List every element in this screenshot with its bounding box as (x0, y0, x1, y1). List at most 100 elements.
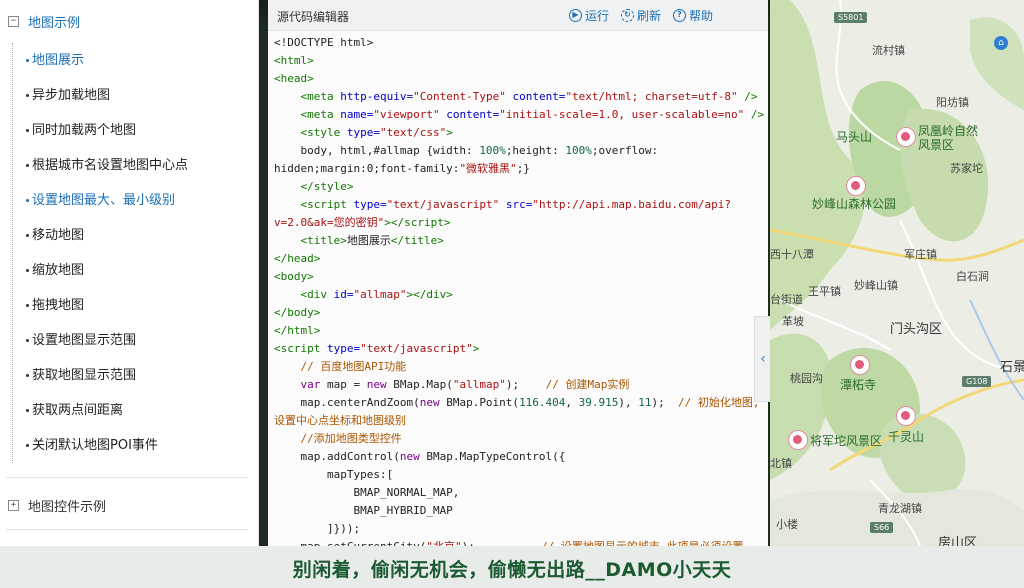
sidebar: − 地图示例 地图展示 异步加载地图 同时加载两个地图 根据城市名设置地图中心点 设置地… (0, 0, 259, 546)
code-line: 设置中心点坐标和地图级别 (274, 414, 406, 427)
code-line: <head> (274, 72, 314, 85)
group-map-control-examples[interactable]: + 地图控件示例 (0, 496, 106, 515)
location-pin-icon[interactable]: ⌂ (994, 36, 1008, 50)
sidebar-item[interactable]: 拖拽地图 (12, 288, 248, 323)
bullet-icon (26, 59, 29, 62)
map-label: 西十八潭 (770, 248, 814, 261)
sidebar-item-label: 地图展示 (32, 53, 85, 68)
refresh-button[interactable]: ↻ 刷新 (620, 7, 661, 24)
map-label: 王平镇 (808, 285, 841, 298)
bullet-icon (26, 234, 29, 237)
map-view[interactable]: S5801 流村镇 ⌂ 阳坊镇 马头山 凤凰岭自然 风景区 苏家坨 妙峰山森林公… (770, 0, 1024, 546)
bullet-icon (26, 409, 29, 412)
bullet-icon (26, 269, 29, 272)
map-label: 桃园沟 (790, 372, 823, 385)
bullet-icon (26, 94, 29, 97)
code-line: <meta name="viewport" content="initial-s… (300, 108, 765, 121)
scenic-pin-icon[interactable] (788, 430, 808, 450)
sidebar-items: 地图展示异步加载地图同时加载两个地图根据城市名设置地图中心点 设置地图最大、最小级… (12, 43, 248, 463)
group-map-examples[interactable]: − 地图示例 (0, 12, 80, 31)
help-label: 帮助 (688, 9, 713, 23)
scenic-pin-icon[interactable] (896, 406, 916, 426)
bullet-icon (26, 164, 29, 167)
map-label: 将军坨风景区 (810, 434, 883, 448)
scenic-pin-icon[interactable] (850, 355, 870, 375)
code-line: map.centerAndZoom(new BMap.Point(116.404… (274, 396, 760, 409)
map-label: 风景区 (918, 138, 955, 152)
code-editor: 源代码编辑器 ▶ 运行 ↻ 刷新 ? 帮助 <!DOCTYPE html> <h… (268, 0, 768, 553)
code-line: <meta http-equiv="Content-Type" content=… (300, 90, 758, 103)
sidebar-item[interactable]: 地图展示 (12, 43, 248, 78)
caption-text: 别闲着，偷闲无机会，偷懒无出路__DAMO小天天 (292, 559, 732, 581)
divider (6, 529, 248, 530)
run-button[interactable]: ▶ 运行 (568, 7, 609, 24)
code-text-area[interactable]: <!DOCTYPE html> <html> <head> <meta http… (274, 34, 766, 556)
bullet-icon (26, 444, 29, 447)
sidebar-item-label: 根据城市名设置地图中心点 (32, 158, 189, 173)
sidebar-item[interactable]: 设置地图显示范围 (12, 323, 248, 358)
code-line: <div id="allmap"></div> (300, 288, 453, 301)
bullet-icon (26, 339, 29, 342)
expand-toggle-icon[interactable]: + (8, 500, 19, 511)
sidebar-item-label: 获取地图显示范围 (32, 368, 137, 383)
map-label: 台街道 (770, 293, 803, 306)
map-label: 妙峰山镇 (854, 279, 898, 292)
code-line: <!DOCTYPE html> (274, 36, 374, 49)
sidebar-item-label: 获取两点间距离 (32, 403, 124, 418)
code-line: BMAP_HYBRID_MAP (274, 504, 453, 517)
app-window: − 地图示例 地图展示 异步加载地图 同时加载两个地图 根据城市名设置地图中心点 设置地… (0, 0, 1024, 588)
scenic-pin-icon[interactable] (846, 176, 866, 196)
sidebar-item-label: 设置地图最大、最小级别 (32, 193, 176, 208)
bullet-icon (26, 304, 29, 307)
sidebar-item-label: 关闭默认地图POI事件 (32, 438, 158, 453)
map-label: 马头山 (836, 130, 873, 144)
help-button[interactable]: ? 帮助 (672, 7, 713, 24)
sidebar-item[interactable]: 同时加载两个地图 (12, 113, 248, 148)
scenic-pin-icon[interactable] (896, 127, 916, 147)
editor-header: 源代码编辑器 ▶ 运行 ↻ 刷新 ? 帮助 (268, 0, 768, 31)
code-line: </head> (274, 252, 321, 265)
refresh-label: 刷新 (636, 9, 661, 23)
editor-toolbar: ▶ 运行 ↻ 刷新 ? 帮助 (568, 7, 713, 24)
sidebar-item[interactable]: 获取地图显示范围 (12, 358, 248, 393)
map-label: 房山区 (938, 536, 978, 546)
help-icon: ? (672, 9, 686, 22)
bullet-icon (26, 129, 29, 132)
code-line: map.addControl(new BMap.MapTypeControl({ (274, 450, 566, 463)
map-label: 苏家坨 (950, 162, 983, 175)
editor-title: 源代码编辑器 (277, 10, 350, 24)
map-label: 小楼 (776, 518, 798, 531)
map-label: 门头沟区 (890, 322, 943, 337)
code-line: //添加地图类型控件 (300, 432, 402, 445)
sidebar-item-label: 缩放地图 (32, 263, 85, 278)
collapse-toggle-icon[interactable]: − (8, 16, 19, 27)
sidebar-item[interactable]: 缩放地图 (12, 253, 248, 288)
map-label: 石景 (1000, 360, 1024, 375)
map-label: 妙峰山森林公园 (812, 197, 897, 211)
code-line: hidden;margin:0;font-family:"微软雅黑";} (274, 162, 530, 175)
code-line: <script type="text/javascript"> (274, 342, 480, 355)
sidebar-item[interactable]: 设置地图最大、最小级别 (12, 183, 248, 218)
play-icon: ▶ (568, 9, 582, 22)
code-line: BMAP_NORMAL_MAP, (274, 486, 460, 499)
code-line: </html> (274, 324, 321, 337)
code-line: // 百度地图API功能 (300, 360, 407, 373)
road-shield: G108 (962, 376, 992, 387)
group-label: 地图控件示例 (28, 500, 107, 515)
bullet-icon (26, 374, 29, 377)
refresh-icon: ↻ (620, 9, 634, 22)
run-label: 运行 (584, 9, 609, 23)
map-label: 流村镇 (872, 44, 905, 57)
code-line: <html> (274, 54, 314, 67)
sidebar-item[interactable]: 根据城市名设置地图中心点 (12, 148, 248, 183)
code-line: var map = new BMap.Map("allmap"); // 创建M… (300, 378, 630, 391)
sidebar-item[interactable]: 关闭默认地图POI事件 (12, 428, 248, 463)
sidebar-item[interactable]: 异步加载地图 (12, 78, 248, 113)
code-line: <style type="text/css"> (300, 126, 453, 139)
code-line: </body> (274, 306, 321, 319)
sidebar-item[interactable]: 获取两点间距离 (12, 393, 248, 428)
map-label: 军庄镇 (904, 248, 937, 261)
divider (6, 477, 248, 478)
sidebar-item-label: 同时加载两个地图 (32, 123, 137, 138)
sidebar-item[interactable]: 移动地图 (12, 218, 248, 253)
